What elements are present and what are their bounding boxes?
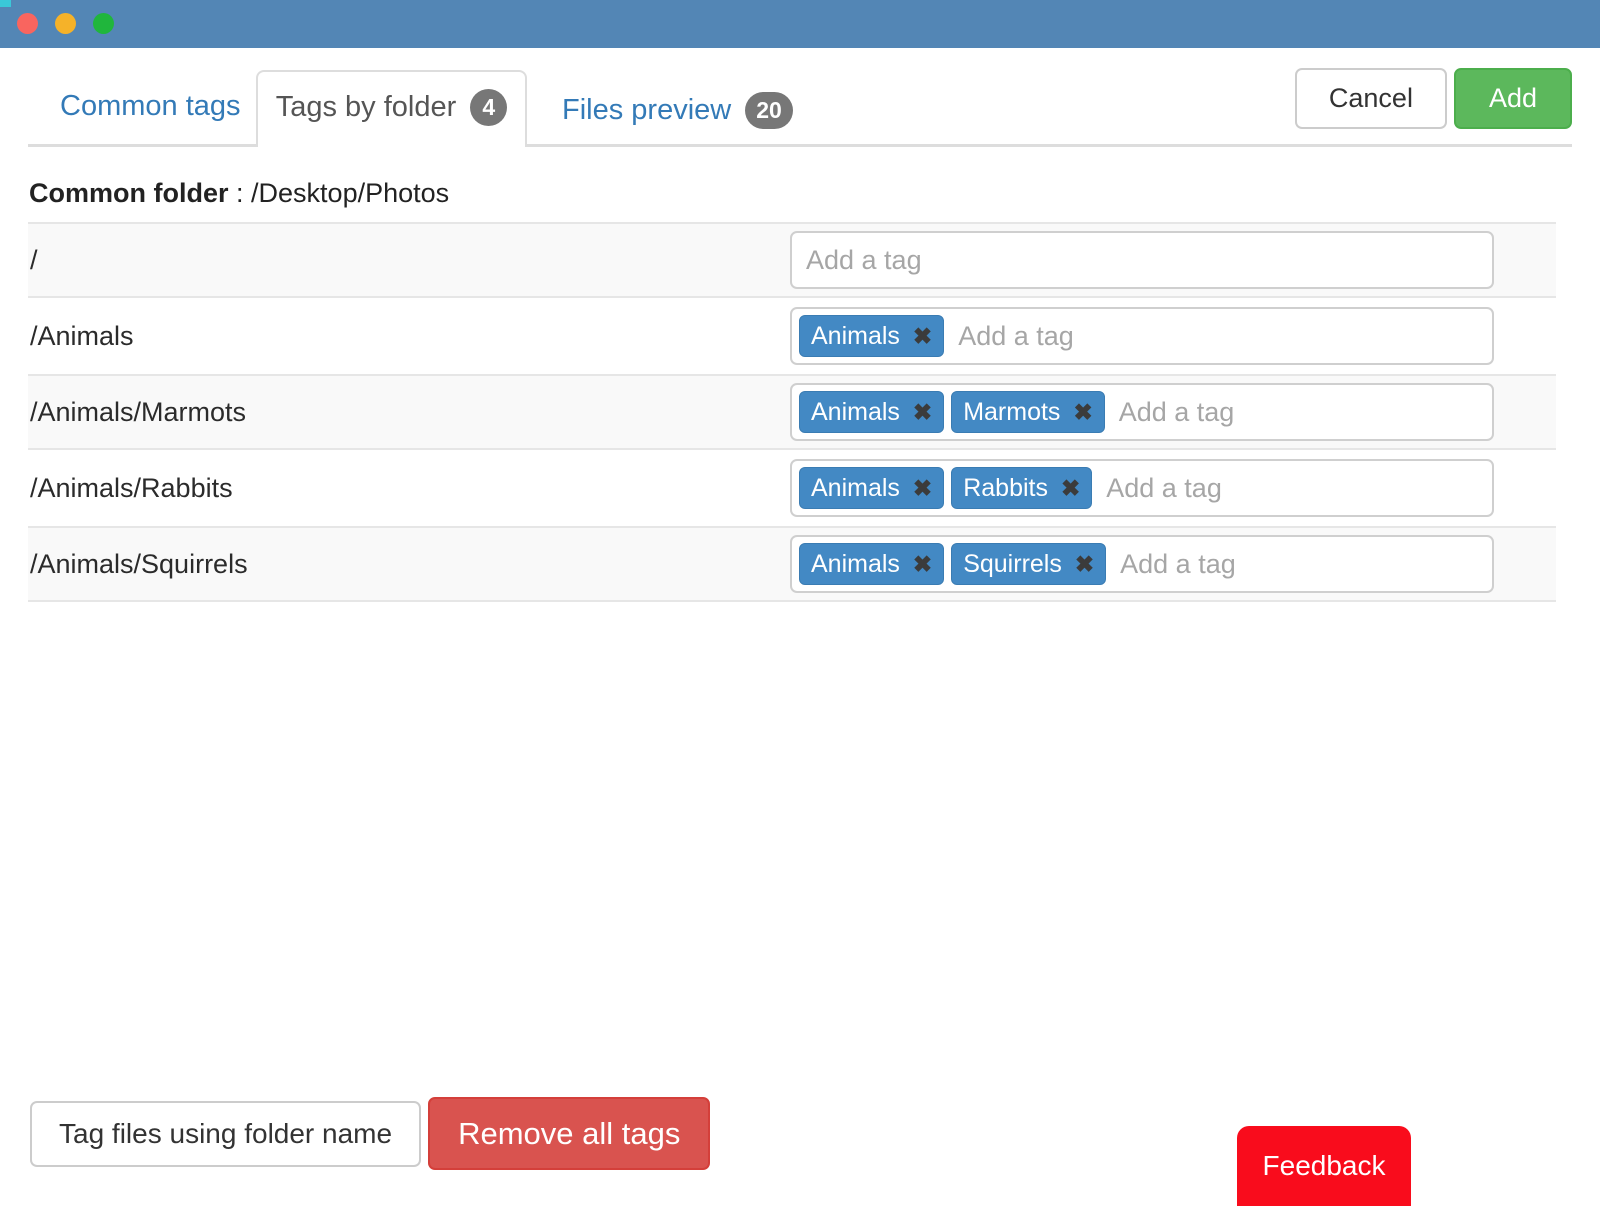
folder-row: /Animals/Squirrels Animals ✖ Squirrels ✖ Add … bbox=[28, 526, 1556, 602]
remove-all-tags-button[interactable]: Remove all tags bbox=[428, 1097, 710, 1170]
maximize-button[interactable] bbox=[93, 13, 114, 34]
tag-remove-icon[interactable]: ✖ bbox=[1061, 477, 1080, 500]
tag-pill[interactable]: Animals ✖ bbox=[799, 543, 944, 585]
tag-remove-icon[interactable]: ✖ bbox=[913, 477, 932, 500]
tag-pill[interactable]: Marmots ✖ bbox=[951, 391, 1105, 433]
folder-row: /Animals/Marmots Animals ✖ Marmots ✖ Add a ta… bbox=[28, 374, 1556, 450]
folder-row: / Add a tag bbox=[28, 222, 1556, 298]
minimize-button[interactable] bbox=[55, 13, 76, 34]
folder-row: /Animals Animals ✖ Add a tag bbox=[28, 298, 1556, 374]
common-folder-separator: : bbox=[236, 178, 251, 208]
common-folder-path: /Desktop/Photos bbox=[251, 178, 449, 208]
tag-input-field[interactable]: Add a tag bbox=[790, 231, 1494, 289]
header-action-group: Cancel Add bbox=[1295, 68, 1572, 129]
tab-files-preview[interactable]: Files preview 20 bbox=[562, 92, 793, 129]
tab-files-preview-label: Files preview bbox=[562, 96, 731, 125]
tag-pill[interactable]: Rabbits ✖ bbox=[951, 467, 1092, 509]
tag-pill-label: Animals bbox=[811, 474, 900, 503]
tag-input-field[interactable]: Animals ✖ Rabbits ✖ Add a tag bbox=[790, 459, 1494, 517]
close-button[interactable] bbox=[17, 13, 38, 34]
add-a-tag-placeholder[interactable]: Add a tag bbox=[799, 245, 1485, 276]
tag-input-field[interactable]: Animals ✖ Add a tag bbox=[790, 307, 1494, 365]
tag-pill[interactable]: Squirrels ✖ bbox=[951, 543, 1106, 585]
tag-pill-label: Animals bbox=[811, 322, 900, 351]
folder-path-label: / bbox=[28, 245, 790, 276]
tag-remove-icon[interactable]: ✖ bbox=[913, 401, 932, 424]
tab-tags-by-folder-label: Tags by folder bbox=[276, 93, 457, 122]
common-folder-label: Common folder bbox=[29, 178, 229, 208]
folder-path-label: /Animals bbox=[28, 321, 790, 352]
cancel-button[interactable]: Cancel bbox=[1295, 68, 1447, 129]
tab-tags-by-folder-badge: 4 bbox=[470, 89, 507, 126]
folder-path-label: /Animals/Rabbits bbox=[28, 473, 790, 504]
tag-remove-icon[interactable]: ✖ bbox=[1075, 553, 1094, 576]
traffic-light-group bbox=[17, 13, 114, 34]
footer-action-group: Tag files using folder name Remove all t… bbox=[30, 1097, 710, 1170]
folder-row: /Animals/Rabbits Animals ✖ Rabbits ✖ Add a ta… bbox=[28, 450, 1556, 526]
tab-strip-underline-right bbox=[527, 144, 1572, 147]
tab-common-tags-label: Common tags bbox=[60, 92, 241, 121]
tag-pill-label: Animals bbox=[811, 398, 900, 427]
tag-pill-label: Rabbits bbox=[963, 474, 1048, 503]
tag-input-field[interactable]: Animals ✖ Squirrels ✖ Add a tag bbox=[790, 535, 1494, 593]
tag-pill-label: Marmots bbox=[963, 398, 1060, 427]
add-button[interactable]: Add bbox=[1454, 68, 1572, 129]
tag-remove-icon[interactable]: ✖ bbox=[913, 325, 932, 348]
add-a-tag-placeholder[interactable]: Add a tag bbox=[1112, 397, 1485, 428]
window-titlebar bbox=[0, 0, 1600, 48]
tab-files-preview-badge: 20 bbox=[745, 92, 793, 129]
add-a-tag-placeholder[interactable]: Add a tag bbox=[1099, 473, 1485, 504]
titlebar-corner-artifact bbox=[0, 0, 11, 7]
tag-pill-label: Animals bbox=[811, 550, 900, 579]
tab-strip-underline-left bbox=[28, 144, 256, 147]
tab-common-tags[interactable]: Common tags bbox=[60, 92, 241, 121]
tag-pill-label: Squirrels bbox=[963, 550, 1062, 579]
folder-path-label: /Animals/Squirrels bbox=[28, 549, 790, 580]
tag-input-field[interactable]: Animals ✖ Marmots ✖ Add a tag bbox=[790, 383, 1494, 441]
tag-files-using-folder-name-button[interactable]: Tag files using folder name bbox=[30, 1101, 421, 1167]
add-a-tag-placeholder[interactable]: Add a tag bbox=[1113, 549, 1485, 580]
tag-pill[interactable]: Animals ✖ bbox=[799, 315, 944, 357]
tab-tags-by-folder[interactable]: Tags by folder 4 bbox=[256, 70, 527, 147]
tag-remove-icon[interactable]: ✖ bbox=[1073, 401, 1092, 424]
common-folder-line: Common folder : /Desktop/Photos bbox=[29, 178, 449, 209]
folder-tag-table: / Add a tag/Animals Animals ✖ Add a tag/Anim… bbox=[28, 222, 1556, 602]
tag-remove-icon[interactable]: ✖ bbox=[913, 553, 932, 576]
tag-pill[interactable]: Animals ✖ bbox=[799, 467, 944, 509]
feedback-button[interactable]: Feedback bbox=[1237, 1126, 1411, 1206]
tag-pill[interactable]: Animals ✖ bbox=[799, 391, 944, 433]
folder-path-label: /Animals/Marmots bbox=[28, 397, 790, 428]
add-a-tag-placeholder[interactable]: Add a tag bbox=[951, 321, 1485, 352]
